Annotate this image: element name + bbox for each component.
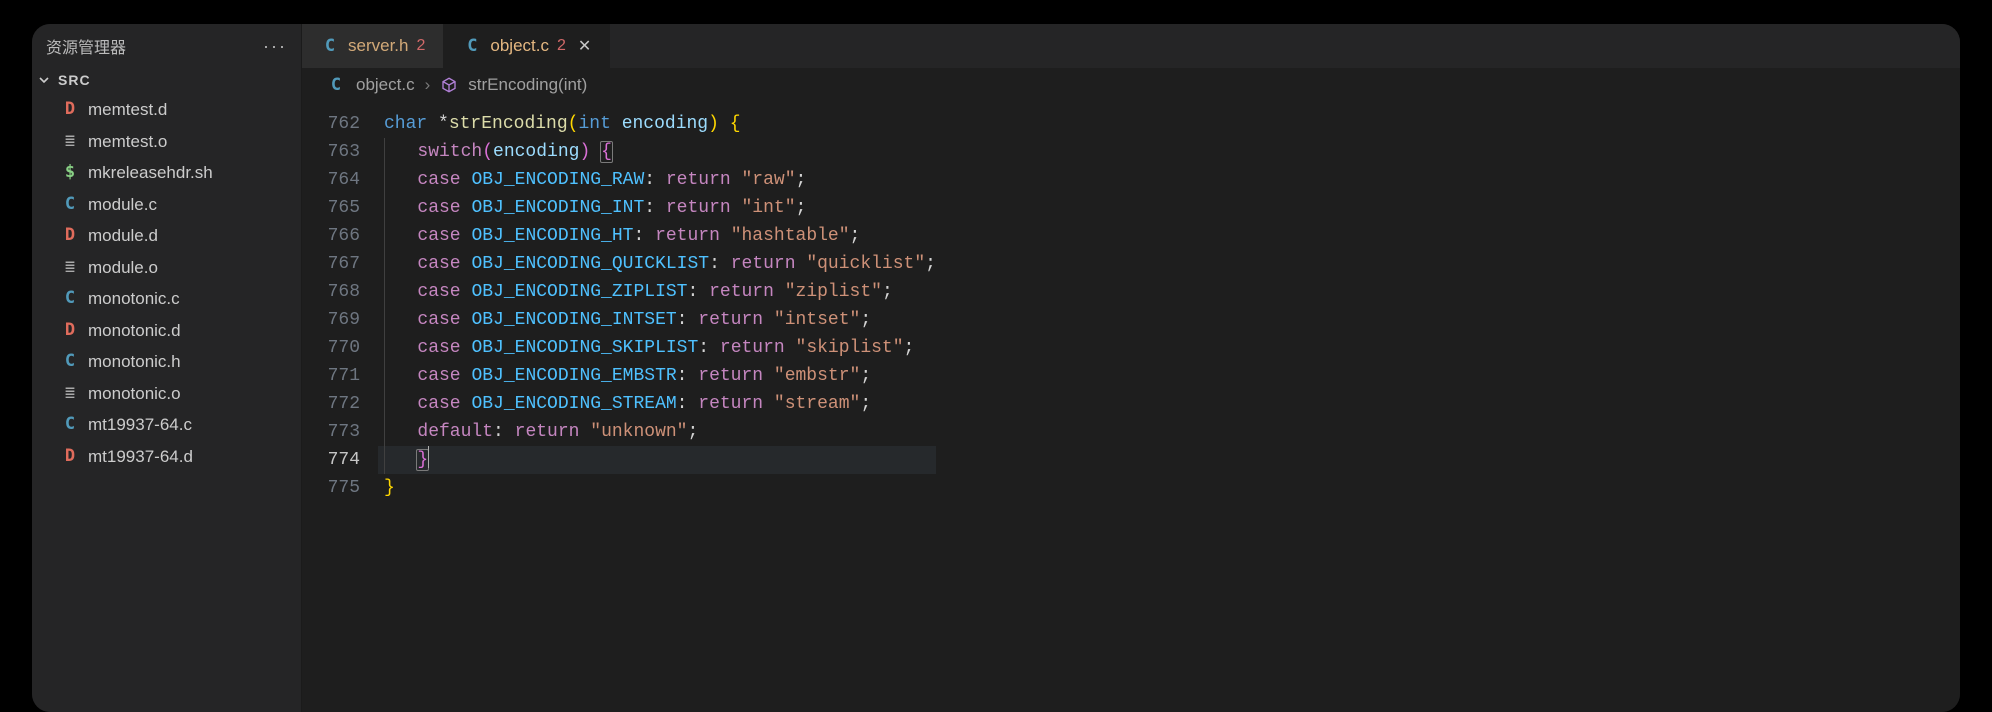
c-file-icon: C	[60, 286, 80, 312]
d-file-icon: D	[60, 444, 80, 470]
breadcrumb[interactable]: C object.c › strEncoding(int)	[302, 68, 1960, 102]
file-name: monotonic.d	[88, 318, 181, 344]
file-name: mkreleasehdr.sh	[88, 160, 213, 186]
file-item[interactable]: Dmonotonic.d	[32, 315, 301, 347]
chevron-right-icon: ›	[425, 75, 431, 95]
c-file-icon: C	[60, 192, 80, 218]
code-line[interactable]: }	[378, 446, 936, 474]
code-line[interactable]: switch(encoding) {	[378, 138, 936, 166]
code-line[interactable]: }	[378, 474, 936, 502]
close-icon[interactable]: ✕	[578, 36, 591, 56]
file-item[interactable]: ≣ module.o	[32, 252, 301, 284]
file-name: monotonic.h	[88, 349, 181, 375]
file-item[interactable]: Dmodule.d	[32, 220, 301, 252]
file-item[interactable]: Cmodule.c	[32, 189, 301, 221]
file-name: mt19937-64.c	[88, 412, 192, 438]
editor-tab[interactable]: Cserver.h 2	[302, 24, 444, 68]
code-line[interactable]: case OBJ_ENCODING_SKIPLIST: return "skip…	[378, 334, 936, 362]
file-item[interactable]: Cmt19937-64.c	[32, 409, 301, 441]
tab-bar: Cserver.h 2 Cobject.c 2 ✕	[302, 24, 1960, 68]
d-file-icon: D	[60, 223, 80, 249]
d-file-icon: D	[60, 97, 80, 123]
file-name: monotonic.c	[88, 286, 180, 312]
file-name: memtest.o	[88, 129, 167, 155]
shell-file-icon: $	[60, 160, 80, 186]
line-number[interactable]: 772	[302, 390, 378, 418]
code-line[interactable]: case OBJ_ENCODING_QUICKLIST: return "qui…	[378, 250, 936, 278]
file-name: mt19937-64.d	[88, 444, 193, 470]
sidebar-explorer: 资源管理器 ··· SRC Dmemtest.d ≣ memtest.o $ mkrel…	[32, 24, 302, 712]
file-name: module.o	[88, 255, 158, 281]
code-line[interactable]: case OBJ_ENCODING_INTSET: return "intset…	[378, 306, 936, 334]
tab-problem-badge: 2	[416, 37, 425, 55]
c-file-icon: C	[320, 36, 340, 56]
code-line[interactable]: case OBJ_ENCODING_RAW: return "raw";	[378, 166, 936, 194]
c-file-icon: C	[326, 75, 346, 95]
file-name: monotonic.o	[88, 381, 181, 407]
object-file-icon: ≣	[60, 129, 80, 155]
file-name: module.c	[88, 192, 157, 218]
sidebar-header: 资源管理器 ···	[32, 24, 301, 68]
sidebar-section-src[interactable]: SRC	[32, 68, 301, 92]
code-line[interactable]: case OBJ_ENCODING_EMBSTR: return "embstr…	[378, 362, 936, 390]
c-file-icon: C	[462, 36, 482, 56]
file-item[interactable]: Dmemtest.d	[32, 94, 301, 126]
line-number[interactable]: 770	[302, 334, 378, 362]
line-number[interactable]: 773	[302, 418, 378, 446]
object-file-icon: ≣	[60, 381, 80, 407]
line-number[interactable]: 763	[302, 138, 378, 166]
c-file-icon: C	[60, 349, 80, 375]
tab-label: server.h	[348, 36, 408, 56]
file-list: Dmemtest.d ≣ memtest.o $ mkreleasehdr.sh Cmod…	[32, 92, 301, 472]
file-item[interactable]: ≣ monotonic.o	[32, 378, 301, 410]
symbol-method-icon	[440, 76, 458, 94]
object-file-icon: ≣	[60, 255, 80, 281]
breadcrumb-symbol[interactable]: strEncoding(int)	[468, 75, 587, 95]
code-line[interactable]: case OBJ_ENCODING_HT: return "hashtable"…	[378, 222, 936, 250]
code-line[interactable]: case OBJ_ENCODING_ZIPLIST: return "zipli…	[378, 278, 936, 306]
c-file-icon: C	[60, 412, 80, 438]
line-number[interactable]: 764	[302, 166, 378, 194]
breadcrumb-file[interactable]: object.c	[356, 75, 415, 95]
ide-window: 资源管理器 ··· SRC Dmemtest.d ≣ memtest.o $ mkrel…	[32, 24, 1960, 712]
line-number[interactable]: 766	[302, 222, 378, 250]
line-number[interactable]: 775	[302, 474, 378, 502]
d-file-icon: D	[60, 318, 80, 344]
editor-area: Cserver.h 2 Cobject.c 2 ✕ C object.c › strEn…	[302, 24, 1960, 712]
sidebar-more-icon[interactable]: ···	[263, 36, 287, 57]
code-line[interactable]: char *strEncoding(int encoding) {	[378, 110, 936, 138]
chevron-down-icon	[36, 72, 52, 88]
tab-label: object.c	[490, 36, 549, 56]
code-line[interactable]: default: return "unknown";	[378, 418, 936, 446]
tab-problem-badge: 2	[557, 37, 566, 55]
file-item[interactable]: Cmonotonic.h	[32, 346, 301, 378]
file-item[interactable]: Cmonotonic.c	[32, 283, 301, 315]
file-name: module.d	[88, 223, 158, 249]
line-number[interactable]: 768	[302, 278, 378, 306]
text-cursor	[428, 446, 429, 468]
line-number[interactable]: 771	[302, 362, 378, 390]
file-item[interactable]: Dmt19937-64.d	[32, 441, 301, 473]
file-item[interactable]: $ mkreleasehdr.sh	[32, 157, 301, 189]
sidebar-section-label: SRC	[58, 72, 91, 88]
line-number[interactable]: 767	[302, 250, 378, 278]
line-number[interactable]: 765	[302, 194, 378, 222]
editor-tab[interactable]: Cobject.c 2 ✕	[444, 24, 610, 68]
file-item[interactable]: ≣ memtest.o	[32, 126, 301, 158]
file-name: memtest.d	[88, 97, 167, 123]
code-editor[interactable]: 762char *strEncoding(int encoding) {763 …	[302, 102, 1960, 712]
line-number[interactable]: 774	[302, 446, 378, 474]
code-line[interactable]: case OBJ_ENCODING_INT: return "int";	[378, 194, 936, 222]
code-line[interactable]: case OBJ_ENCODING_STREAM: return "stream…	[378, 390, 936, 418]
sidebar-title: 资源管理器	[46, 34, 126, 58]
line-number[interactable]: 769	[302, 306, 378, 334]
line-number[interactable]: 762	[302, 110, 378, 138]
